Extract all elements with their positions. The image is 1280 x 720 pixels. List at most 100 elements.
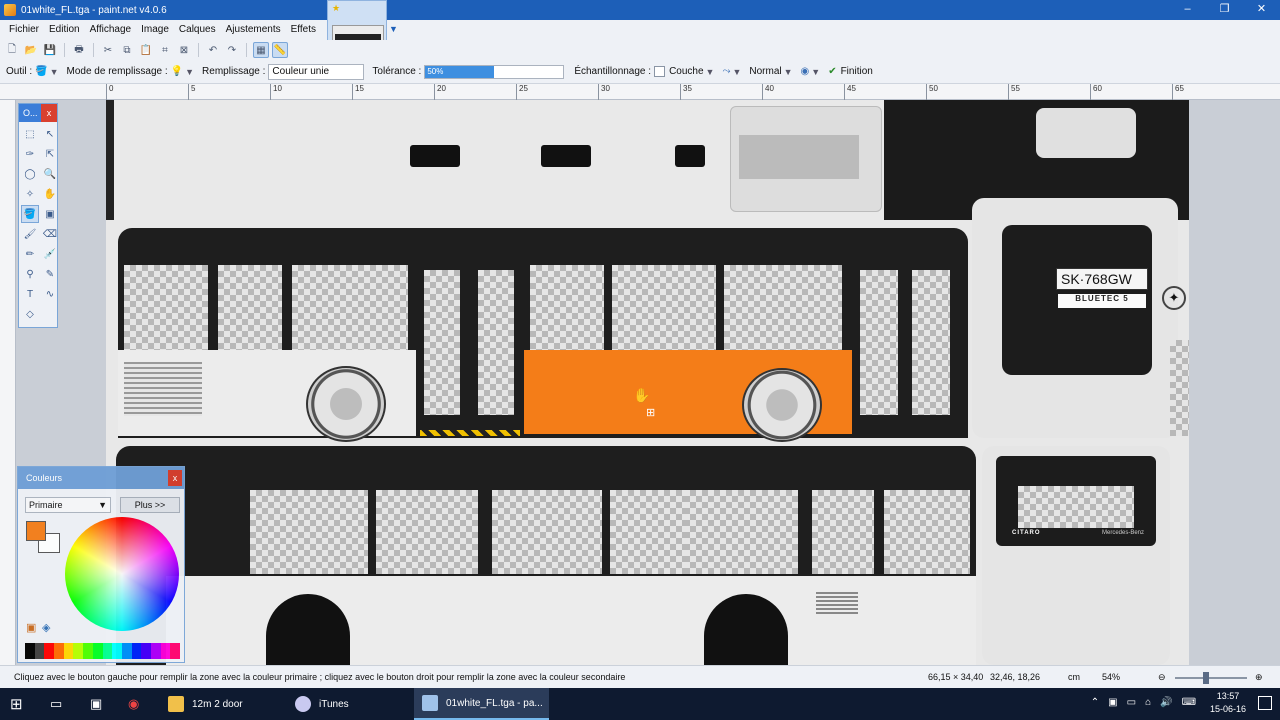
color-picker-icon[interactable]: 💉	[41, 245, 59, 263]
add-to-palette-icon[interactable]: ▣	[26, 621, 36, 634]
palette-swatch[interactable]	[92, 643, 103, 659]
new-file-icon[interactable]: 🗋	[4, 42, 20, 58]
text-icon[interactable]: T	[21, 285, 39, 303]
battery-icon[interactable]: ▭	[1127, 697, 1136, 708]
crop-icon[interactable]: ⌗	[157, 42, 173, 58]
zoom-level[interactable]: 54%	[1102, 672, 1120, 682]
color-wheel[interactable]	[65, 517, 179, 631]
volume-icon[interactable]: 🔊	[1160, 697, 1172, 708]
more-button[interactable]: Plus >>	[120, 497, 180, 513]
finish-button[interactable]: Finition	[841, 66, 873, 77]
notification-icon[interactable]	[1258, 696, 1272, 710]
save-icon[interactable]: 💾	[42, 42, 58, 58]
antialias-icon[interactable]: ⤳	[722, 66, 730, 77]
palette-swatch[interactable]	[141, 643, 151, 659]
close-icon[interactable]: x	[41, 104, 57, 122]
opera-icon[interactable]: ◉	[128, 688, 139, 720]
primary-color-swatch[interactable]	[26, 521, 46, 541]
recolor-icon[interactable]: ✎	[41, 265, 59, 283]
unit-select[interactable]: cm	[1068, 672, 1080, 682]
sampling-select-value[interactable]: Couche	[669, 66, 703, 77]
magic-wand-icon[interactable]: ✧	[21, 185, 39, 203]
palette-swatch[interactable]	[102, 643, 113, 659]
tools-panel-header[interactable]: O... x	[19, 104, 57, 122]
rectangle-select-icon[interactable]: ⬚	[21, 125, 39, 143]
taskbar-item-folder[interactable]: 12m 2 door	[160, 688, 285, 720]
palette-swatch[interactable]	[73, 643, 84, 659]
clone-stamp-icon[interactable]: ⚲	[21, 265, 39, 283]
color-mode-select[interactable]: Primaire ▼	[25, 497, 111, 513]
grid-icon[interactable]: ▦	[253, 42, 269, 58]
start-windows-icon[interactable]: ⊞	[10, 688, 23, 720]
keyboard-icon[interactable]: ⌨	[1182, 697, 1196, 708]
tray-up-arrow-icon[interactable]: ⌃	[1091, 697, 1099, 708]
open-file-icon[interactable]: 📂	[23, 42, 39, 58]
fill-select[interactable]: Couleur unie	[268, 63, 365, 80]
task-view-icon[interactable]: ▭	[50, 688, 62, 720]
palette-swatch[interactable]	[131, 643, 142, 659]
close-icon[interactable]: x	[168, 470, 182, 486]
chevron-down-icon[interactable]: ▼	[706, 67, 715, 77]
pan-hand-icon[interactable]: ✋	[41, 185, 59, 203]
palette-swatch[interactable]	[83, 643, 93, 659]
palette-swatch[interactable]	[150, 643, 161, 659]
paint-bucket-icon[interactable]: 🪣	[21, 205, 39, 223]
checkmark-icon[interactable]: ✔	[828, 66, 836, 77]
palette-swatch[interactable]	[112, 643, 122, 659]
deselect-icon[interactable]: ⊠	[176, 42, 192, 58]
zoom-icon[interactable]: 🔍	[41, 165, 59, 183]
palette-swatch[interactable]	[170, 643, 180, 659]
palette-swatch[interactable]	[54, 643, 64, 659]
menu-image[interactable]: Image	[136, 20, 174, 40]
menu-effets[interactable]: Effets	[286, 20, 321, 40]
menu-ajustements[interactable]: Ajustements	[221, 20, 286, 40]
chevron-down-icon[interactable]: ▼	[784, 67, 793, 77]
chevron-down-icon[interactable]: ▼	[50, 67, 59, 77]
colors-panel-header[interactable]: Couleurs x	[18, 467, 184, 489]
chevron-down-icon[interactable]: ▼	[811, 67, 820, 77]
paste-icon[interactable]: 📋	[138, 42, 154, 58]
move-selected-icon[interactable]: ↖	[41, 125, 59, 143]
minimize-button[interactable]: –	[1169, 0, 1206, 20]
menu-affichage[interactable]: Affichage	[85, 20, 137, 40]
print-icon[interactable]: 🖶	[71, 42, 87, 58]
undo-icon[interactable]: ↶	[205, 42, 221, 58]
palette-swatch[interactable]	[160, 643, 171, 659]
shapes-icon[interactable]: ◇	[21, 305, 39, 323]
color-palette[interactable]	[25, 643, 180, 659]
rulers-icon[interactable]: 📏	[272, 42, 288, 58]
palette-menu-icon[interactable]: ◈	[42, 621, 50, 634]
menu-calques[interactable]: Calques	[174, 20, 221, 40]
taskbar-item-paintnet[interactable]: 01white_FL.tga - pa...	[414, 688, 549, 720]
clock[interactable]: 13:57 15-06-16	[1210, 690, 1246, 716]
chevron-down-icon[interactable]: ▼	[732, 67, 741, 77]
taskbar-item-itunes[interactable]: iTunes	[287, 688, 412, 720]
palette-swatch[interactable]	[121, 643, 132, 659]
bus-texture-image[interactable]: ✋ ⊞ SK·768GW BLUETEC 5 ✦ CITARO Mercedes…	[106, 100, 1189, 665]
flood-mode-icon[interactable]: 💡	[171, 66, 183, 77]
move-selection-icon[interactable]: ⇱	[41, 145, 59, 163]
zoom-in-icon[interactable]: ⊕	[1255, 672, 1263, 683]
palette-swatch[interactable]	[34, 643, 45, 659]
chevron-down-icon[interactable]: ▼	[185, 67, 194, 77]
copy-icon[interactable]: ⧉	[119, 42, 135, 58]
zoom-out-icon[interactable]: ⊖	[1158, 672, 1166, 683]
menu-edition[interactable]: Edition	[44, 20, 85, 40]
canvas-area[interactable]: ✋ ⊞ SK·768GW BLUETEC 5 ✦ CITARO Mercedes…	[16, 100, 1280, 665]
redo-icon[interactable]: ↷	[224, 42, 240, 58]
alpha-blend-icon[interactable]: ◉	[801, 66, 810, 77]
gradient-icon[interactable]: ▣	[41, 205, 59, 223]
paintbrush-icon[interactable]: 🖌	[21, 225, 39, 243]
lasso-select-icon[interactable]: ✑	[21, 145, 39, 163]
line-curve-icon[interactable]: ∿	[41, 285, 59, 303]
eraser-icon[interactable]: ⌫	[41, 225, 59, 243]
ellipse-select-icon[interactable]: ◯	[21, 165, 39, 183]
blend-mode-value[interactable]: Normal	[749, 66, 781, 77]
app-icon[interactable]: ▣	[90, 688, 102, 720]
menu-fichier[interactable]: Fichier	[4, 20, 44, 40]
network-icon[interactable]: ⌂	[1145, 697, 1151, 708]
maximize-button[interactable]: ❐	[1206, 0, 1243, 20]
tray-app-icon[interactable]: ▣	[1108, 697, 1117, 708]
palette-swatch[interactable]	[63, 643, 74, 659]
tolerance-slider[interactable]: 50%	[424, 64, 565, 79]
